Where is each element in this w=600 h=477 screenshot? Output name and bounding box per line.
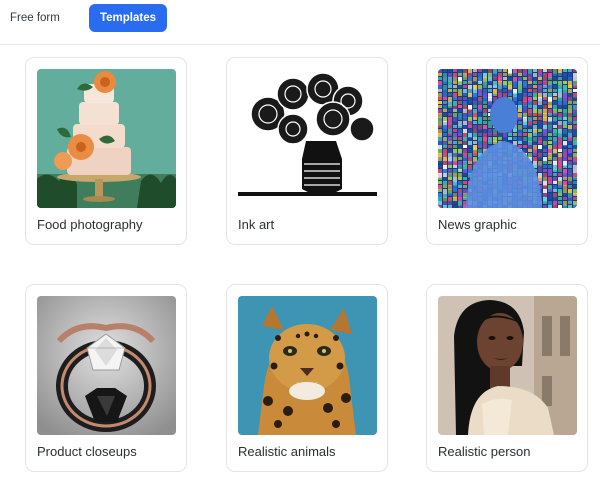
template-card-realistic-person[interactable]: Realistic person	[426, 284, 588, 472]
realistic-animals-image	[238, 296, 377, 435]
template-card-product-closeups[interactable]: Product closeups	[25, 284, 187, 472]
realistic-person-image	[438, 296, 577, 435]
ink-art-image	[238, 69, 377, 208]
template-label: Realistic person	[438, 444, 531, 459]
food-photography-image	[37, 69, 176, 208]
template-label: Ink art	[238, 217, 275, 232]
template-card-realistic-animals[interactable]: Realistic animals	[226, 284, 388, 472]
template-label: Food photography	[37, 217, 143, 232]
product-closeups-image	[37, 296, 176, 435]
tab-free-form[interactable]: Free form	[0, 4, 70, 32]
tab-bar: Free form Templates	[0, 0, 600, 45]
template-card-ink-art[interactable]: Ink art	[226, 57, 388, 245]
news-graphic-image	[438, 69, 577, 208]
template-label: Product closeups	[37, 444, 137, 459]
template-card-news-graphic[interactable]: News graphic	[426, 57, 588, 245]
tab-templates[interactable]: Templates	[89, 4, 167, 32]
template-card-food-photography[interactable]: Food photography	[25, 57, 187, 245]
template-label: Realistic animals	[238, 444, 336, 459]
figure-head	[490, 97, 518, 133]
template-label: News graphic	[438, 217, 517, 232]
